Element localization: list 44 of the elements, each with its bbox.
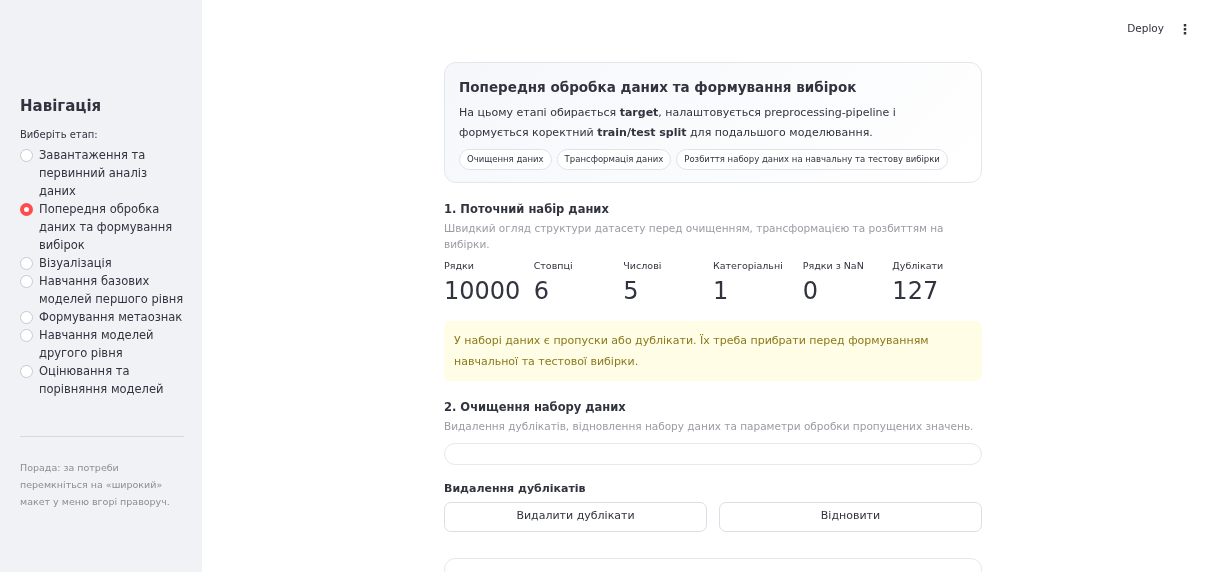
radio-button[interactable]	[20, 256, 33, 270]
tip-text: Порада: за потреби перемкніться на «широкий» макет у меню вгорі праворуч.	[20, 460, 171, 509]
radio-button[interactable]	[20, 148, 33, 162]
metric-value: 10000	[444, 276, 521, 307]
radio-label[interactable]: Оцінювання та порівняння моделей	[39, 361, 184, 398]
action-button[interactable]: Видалити дублікати	[444, 501, 707, 532]
radio-group-label: Виберіть етап:	[20, 127, 99, 142]
tag-chip: Розбиття набору даних на навчальну та тестову вибірки	[676, 149, 948, 170]
metric-label: Категоріальні	[713, 258, 784, 273]
metric-value: 5	[623, 276, 639, 307]
metric-value: 0	[802, 276, 818, 307]
radio-label[interactable]: Візуалізація	[39, 253, 112, 272]
metric-label: Дублікати	[892, 258, 945, 273]
sidebar-title: Навігація	[20, 96, 103, 117]
deploy-button[interactable]: Deploy	[1127, 21, 1164, 37]
radio-label[interactable]: Навчання моделей другого рівня	[39, 325, 184, 362]
section-caption: Видалення дублікатів, відновлення набору даних та параметри обробки пропущених значень.	[444, 419, 975, 435]
metric-value: 1	[713, 276, 729, 307]
radio-label[interactable]: Попередня обробка даних та формування вибірок	[39, 199, 184, 254]
metric-label: Рядки	[444, 258, 475, 273]
metric-label: Стовпці	[533, 258, 574, 273]
metric-value: 6	[533, 276, 549, 307]
action-button[interactable]: Відновити	[719, 501, 982, 532]
radio-label[interactable]: Завантаження та первинний аналіз даних	[39, 145, 184, 200]
intro-text: На цьому етапі обирається target, налаштовується preprocessing-pipeline і формується коректний train/test split для подальшого моделювання.	[459, 105, 897, 142]
tag-chip: Трансформація даних	[556, 149, 672, 170]
radio-button[interactable]	[20, 274, 33, 288]
menu-button[interactable]: ⋮	[1178, 18, 1192, 40]
radio-button[interactable]	[20, 310, 33, 324]
radio-button[interactable]	[20, 364, 33, 378]
warning-alert: У наборі даних є пропуски або дублікати. Їх треба прибрати перед формуванням навчальної та тестової вибірки.	[444, 321, 982, 381]
intro-title: Попередня обробка даних та формування вибірок	[459, 78, 858, 97]
metric-label: Числові	[623, 258, 663, 273]
radio-button[interactable]	[20, 202, 33, 216]
radio-button[interactable]	[20, 328, 33, 342]
subsection-heading: Видалення дублікатів	[444, 481, 587, 497]
section-heading: 2. Очищення набору даних	[444, 399, 627, 416]
section-heading: 1. Поточний набір даних	[444, 201, 610, 218]
metric-label: Рядки з NaN	[802, 258, 865, 273]
radio-label[interactable]: Формування метаознак	[39, 307, 183, 326]
section-caption: Швидкий огляд структури датасету перед очищенням, трансформацією та розбиттям на вибірки.	[444, 221, 945, 252]
tag-chip: Очищення даних	[459, 149, 552, 170]
radio-label[interactable]: Навчання базових моделей першого рівня	[39, 271, 184, 308]
metric-value: 127	[892, 276, 939, 307]
